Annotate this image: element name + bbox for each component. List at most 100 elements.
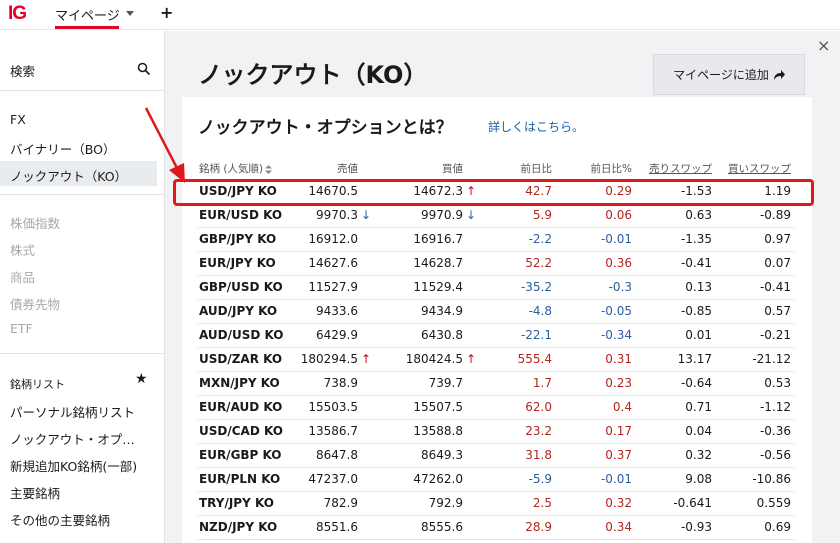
star-icon[interactable]: ★ <box>135 371 148 387</box>
market-name[interactable]: EUR/GBP KO <box>199 448 282 462</box>
sell-price[interactable]: 782.9 <box>324 496 358 510</box>
sidebar-item[interactable]: FX <box>10 112 26 127</box>
change-pct[interactable]: 0.17 <box>605 424 632 438</box>
learn-more-link[interactable]: 詳しくはこちら。 <box>488 118 584 135</box>
ig-logo[interactable]: IG <box>8 3 27 25</box>
sell-swap[interactable]: 0.01 <box>685 328 712 342</box>
sell-price[interactable]: 8647.8 <box>316 448 358 462</box>
sidebar-item[interactable]: ノックアウト（KO） <box>10 166 127 185</box>
change[interactable]: -35.2 <box>521 280 552 294</box>
change-pct[interactable]: 0.06 <box>605 208 632 222</box>
change[interactable]: 555.4 <box>518 352 552 366</box>
sidebar-item[interactable]: バイナリー（BO） <box>10 139 115 158</box>
sell-price[interactable]: 16912.0 <box>308 232 358 246</box>
sell-swap[interactable]: -0.93 <box>681 520 712 534</box>
sell-swap[interactable]: 0.04 <box>685 424 712 438</box>
table-row[interactable]: TRY/JPY KO 782.9 792.9 2.5 0.32 -0.641 0.559 <box>197 492 795 516</box>
table-row[interactable]: EUR/AUD KO 15503.5 15507.5 62.0 0.4 0.71 -1.12 <box>197 396 795 420</box>
table-row[interactable]: EUR/JPY KO 14627.6 14628.7 52.2 0.36 -0.41 0.0… <box>197 252 795 276</box>
sell-swap[interactable]: -0.641 <box>673 496 712 510</box>
change[interactable]: 52.2 <box>525 256 552 270</box>
close-icon[interactable]: × <box>817 36 830 55</box>
buy-price[interactable]: 8649.3 <box>421 448 463 462</box>
sell-price[interactable]: 180294.5 ↑ <box>301 352 371 366</box>
sell-price[interactable]: 8551.6 <box>316 520 358 534</box>
buy-price[interactable]: 11529.4 <box>413 280 463 294</box>
change-pct[interactable]: 0.36 <box>605 256 632 270</box>
change[interactable]: 28.9 <box>525 520 552 534</box>
add-tab-button[interactable]: + <box>160 3 173 22</box>
watchlist-item[interactable]: ノックアウト・オプ… <box>10 429 135 448</box>
sell-swap[interactable]: -0.85 <box>681 304 712 318</box>
change[interactable]: 1.7 <box>533 376 552 390</box>
market-name[interactable]: NZD/JPY KO <box>199 520 277 534</box>
header-buy-swap[interactable]: 買いスワップ <box>728 161 791 176</box>
sell-swap[interactable]: 0.71 <box>685 400 712 414</box>
header-name[interactable]: 銘柄 (人気順) <box>199 161 273 176</box>
sort-icon[interactable] <box>265 164 273 174</box>
header-sell-swap[interactable]: 売りスワップ <box>649 161 712 176</box>
change[interactable]: 31.8 <box>525 448 552 462</box>
change-pct[interactable]: -0.01 <box>601 472 632 486</box>
sell-swap[interactable]: -1.35 <box>681 232 712 246</box>
change[interactable]: -22.1 <box>521 328 552 342</box>
buy-price[interactable]: 180424.5 ↑ <box>406 352 476 366</box>
buy-price[interactable]: 15507.5 <box>413 400 463 414</box>
sell-swap[interactable]: 9.08 <box>685 472 712 486</box>
buy-swap[interactable]: 0.07 <box>764 256 791 270</box>
buy-price[interactable]: 739.7 <box>429 376 463 390</box>
market-name[interactable]: AUD/USD KO <box>199 328 284 342</box>
header-buy[interactable]: 買値 <box>442 161 463 176</box>
search-label[interactable]: 検索 <box>10 61 35 80</box>
table-row[interactable]: USD/CAD KO 13586.7 13588.8 23.2 0.17 0.04 -0.3… <box>197 420 795 444</box>
change-pct[interactable]: 0.34 <box>605 520 632 534</box>
table-row[interactable]: GBP/USD KO 11527.9 11529.4 -35.2 -0.3 0.13 -0.… <box>197 276 795 300</box>
buy-swap[interactable]: -0.21 <box>760 328 791 342</box>
watchlist-item[interactable]: 主要銘柄 <box>10 483 60 502</box>
change-pct[interactable]: 0.32 <box>605 496 632 510</box>
search-icon[interactable] <box>137 62 151 76</box>
buy-swap[interactable]: -0.89 <box>760 208 791 222</box>
buy-swap[interactable]: -0.56 <box>760 448 791 462</box>
change[interactable]: 2.5 <box>533 496 552 510</box>
watchlist-item[interactable]: 新規追加KO銘柄(一部) <box>10 456 137 475</box>
buy-swap[interactable]: 0.53 <box>764 376 791 390</box>
sell-swap[interactable]: 0.63 <box>685 208 712 222</box>
watchlist-item[interactable]: パーソナル銘柄リスト <box>10 402 135 421</box>
change-pct[interactable]: -0.05 <box>601 304 632 318</box>
sell-swap[interactable]: 0.13 <box>685 280 712 294</box>
change-pct[interactable]: -0.3 <box>609 280 632 294</box>
table-row[interactable]: AUD/JPY KO 9433.6 9434.9 -4.8 -0.05 -0.85 0.57 <box>197 300 795 324</box>
market-name[interactable]: EUR/AUD KO <box>199 400 282 414</box>
market-name[interactable]: EUR/USD KO <box>199 208 282 222</box>
buy-price[interactable]: 8555.6 <box>421 520 463 534</box>
watchlist-item[interactable]: その他の主要銘柄 <box>10 510 110 529</box>
change-pct[interactable]: -0.34 <box>601 328 632 342</box>
market-name[interactable]: EUR/PLN KO <box>199 472 280 486</box>
buy-swap[interactable]: -10.86 <box>752 472 791 486</box>
table-row[interactable]: EUR/GBP KO 8647.8 8649.3 31.8 0.37 0.32 -0.56 <box>197 444 795 468</box>
buy-swap[interactable]: -21.12 <box>752 352 791 366</box>
sell-price[interactable]: 738.9 <box>324 376 358 390</box>
table-row[interactable]: EUR/USD KO 9970.3 ↓ 9970.9 ↓ 5.9 0.06 0.63 -0.89 <box>197 204 795 228</box>
market-name[interactable]: USD/CAD KO <box>199 424 283 438</box>
change[interactable]: 62.0 <box>525 400 552 414</box>
buy-price[interactable]: 14628.7 <box>413 256 463 270</box>
market-name[interactable]: TRY/JPY KO <box>199 496 274 510</box>
table-row[interactable]: MXN/JPY KO 738.9 739.7 1.7 0.23 -0.64 0.53 <box>197 372 795 396</box>
header-sell[interactable]: 売値 <box>337 161 358 176</box>
change-pct[interactable]: -0.01 <box>601 232 632 246</box>
buy-price[interactable]: 6430.8 <box>421 328 463 342</box>
sell-swap[interactable]: 0.32 <box>685 448 712 462</box>
buy-swap[interactable]: -1.12 <box>760 400 791 414</box>
change-pct[interactable]: 0.4 <box>613 400 632 414</box>
buy-swap[interactable]: -0.36 <box>760 424 791 438</box>
sell-price[interactable]: 14627.6 <box>308 256 358 270</box>
market-name[interactable]: GBP/USD KO <box>199 280 283 294</box>
market-name[interactable]: MXN/JPY KO <box>199 376 280 390</box>
sell-swap[interactable]: 13.17 <box>678 352 712 366</box>
buy-price[interactable]: 9434.9 <box>421 304 463 318</box>
add-to-mypage-button[interactable]: マイページに追加 <box>653 54 805 95</box>
change-pct[interactable]: 0.23 <box>605 376 632 390</box>
sell-price[interactable]: 13586.7 <box>308 424 358 438</box>
